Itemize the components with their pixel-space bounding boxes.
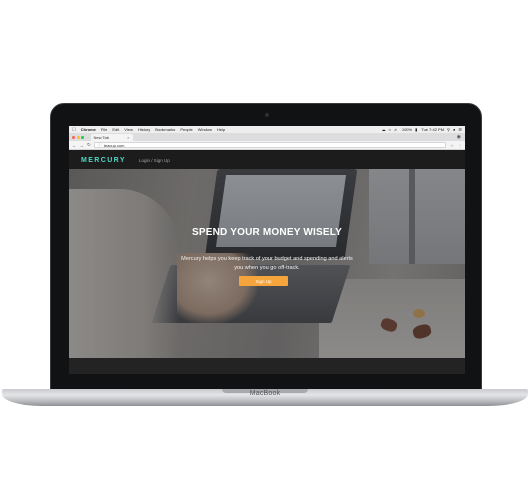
menu-window[interactable]: Window [198,127,212,132]
forward-icon[interactable]: → [80,143,85,148]
back-icon[interactable]: ← [72,143,77,148]
tab-title: New Tab [93,135,110,140]
mac-menu-bar:  Chrome File Edit View History Bookmark… [69,126,465,133]
device-brand-label: MacBook [249,390,281,397]
browser-toolbar: ← → ↻ ⓘ teacup.com ☆ ⋮ [69,141,465,150]
apple-logo-icon[interactable]:  [72,127,76,133]
menu-view[interactable]: View [124,127,133,132]
site-navbar: MERCURY Login / Sign Up [69,151,465,169]
menu-edit[interactable]: Edit [112,127,119,132]
website: MERCURY Login / Sign Up SPEND YOUR MONEY… [69,151,465,374]
menu-file[interactable]: File [101,127,107,132]
sign-up-button[interactable]: Sign Up [239,276,288,286]
list-icon[interactable]: ☰ [458,127,462,132]
camera-icon [265,113,269,117]
hero-title: SPEND YOUR MONEY WISELY [191,227,342,238]
cloud-icon[interactable]: ☁ [382,127,386,132]
browser-tab[interactable]: New Tab × [90,134,133,141]
close-window-icon[interactable] [72,135,75,139]
laptop-screen:  Chrome File Edit View History Bookmark… [69,126,465,374]
volume-icon[interactable]: ♬ [394,127,398,132]
bookmark-star-icon[interactable]: ☆ [450,143,454,148]
url-text: teacup.com [103,142,125,148]
login-signup-link[interactable]: Login / Sign Up [139,158,170,163]
laptop-lid:  Chrome File Edit View History Bookmark… [50,103,482,390]
menu-help[interactable]: Help [217,127,225,132]
site-footer-band [69,358,465,374]
user-icon[interactable]: ● [453,127,455,132]
tab-close-icon[interactable]: × [127,135,129,140]
wifi-icon[interactable]: ≈ [389,127,391,132]
reload-icon[interactable]: ↻ [87,142,91,148]
menu-people[interactable]: People [180,127,192,132]
menu-bookmarks[interactable]: Bookmarks [155,127,175,132]
browser-menu-icon[interactable]: ⋮ [458,143,462,148]
minimize-window-icon[interactable] [76,135,80,139]
menu-history[interactable]: History [138,127,150,132]
search-icon[interactable]: ⚲ [447,127,450,132]
hero-subtitle: Mercury helps you keep track of your bud… [181,256,353,271]
menubar-clock[interactable]: Tue 7:42 PM [421,127,444,132]
info-icon[interactable]: ⓘ [98,142,102,148]
window-controls [72,133,86,141]
maximize-window-icon[interactable] [81,135,84,139]
hero-section: SPEND YOUR MONEY WISELY Mercury helps yo… [69,169,465,358]
menu-chrome[interactable]: Chrome [81,127,96,132]
address-bar[interactable]: ⓘ teacup.com [93,142,447,148]
battery-icon[interactable]: ▮ [415,127,417,132]
profile-icon[interactable]: ◉ [457,134,461,140]
browser-tab-strip: New Tab × ◉ [69,133,465,141]
site-logo[interactable]: MERCURY [81,157,126,164]
battery-status[interactable]: 100% [402,127,412,132]
